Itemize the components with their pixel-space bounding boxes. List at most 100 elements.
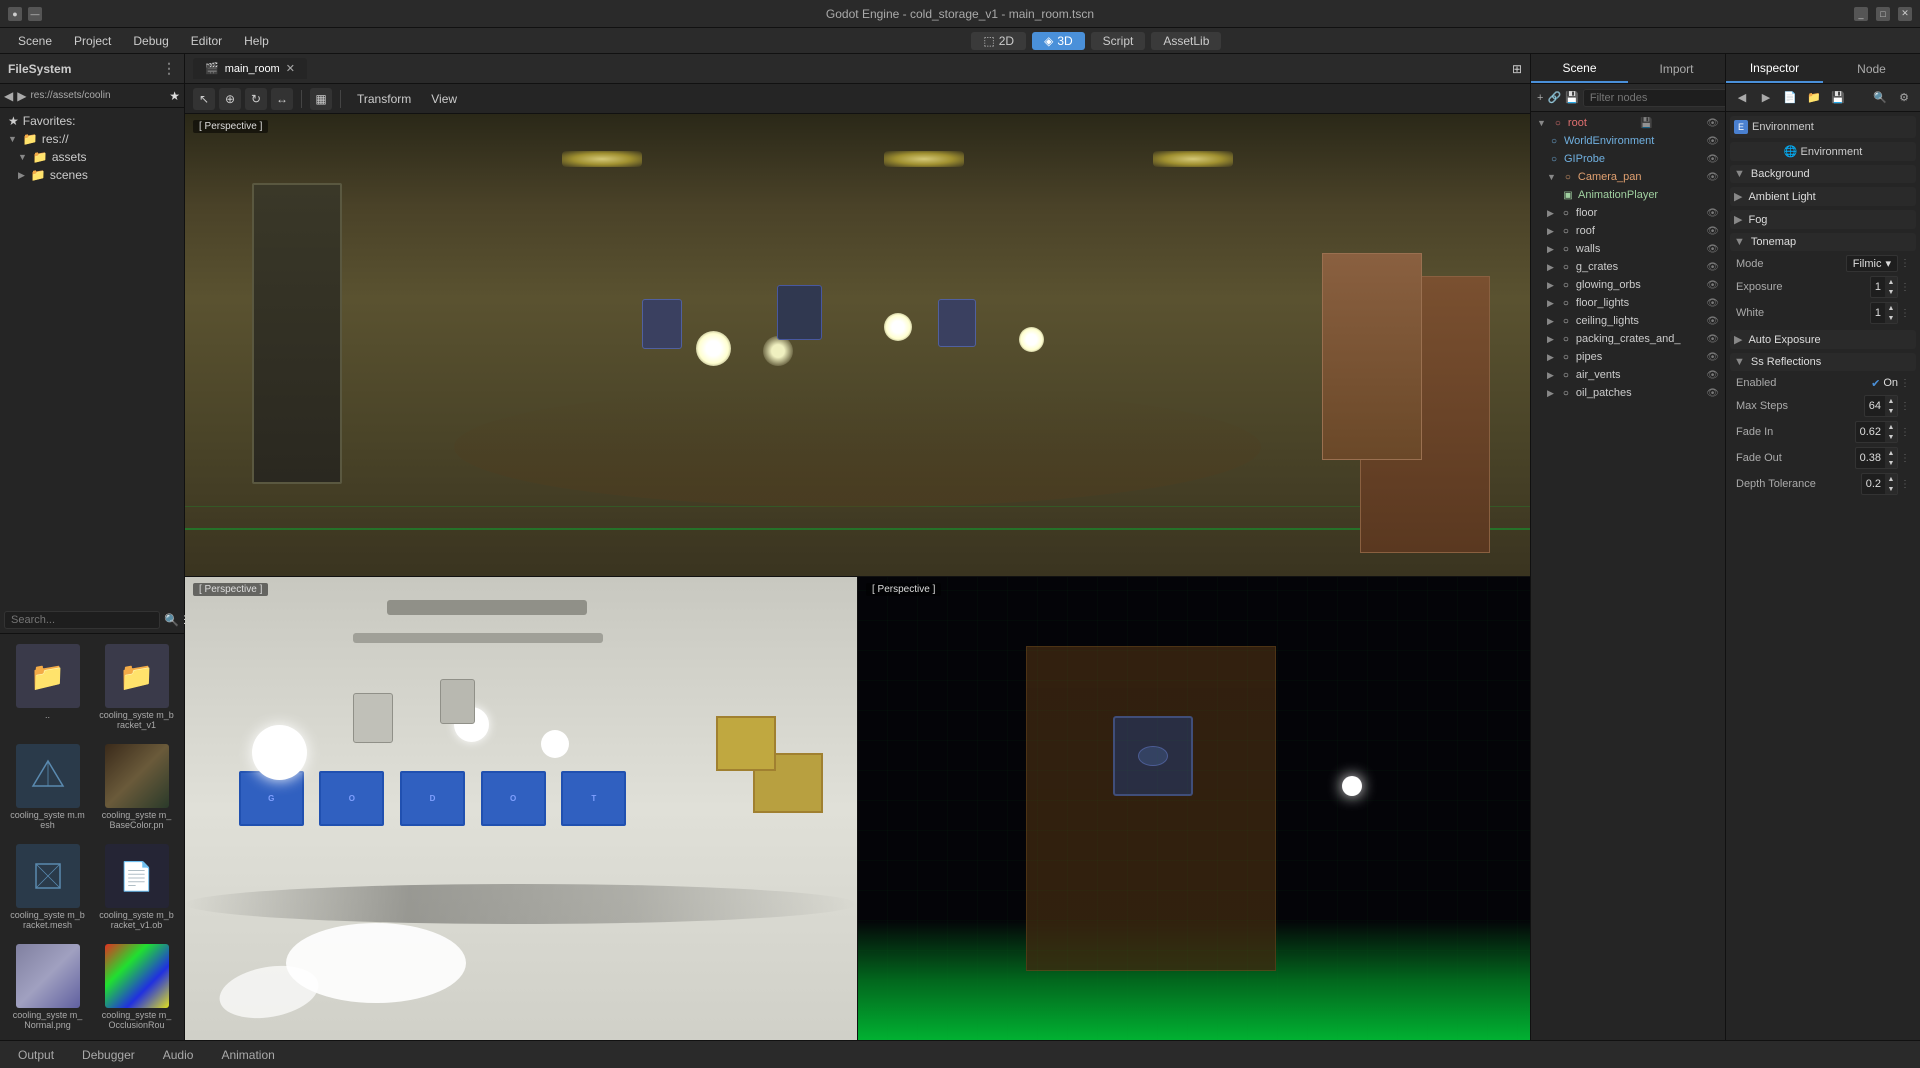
visibility-icon[interactable]: 👁 xyxy=(1706,226,1719,237)
exposure-decrement-button[interactable]: ▼ xyxy=(1885,287,1897,297)
tab-debugger[interactable]: Debugger xyxy=(72,1046,145,1064)
scene-node-camerapan[interactable]: ▼ ○ Camera_pan 👁 xyxy=(1533,168,1723,186)
scene-node-walls[interactable]: ▶ ○ walls 👁 xyxy=(1533,240,1723,258)
tab-output[interactable]: Output xyxy=(8,1046,64,1064)
list-item[interactable]: cooling_syste m.mesh xyxy=(6,740,89,834)
scene-node-gcrates[interactable]: ▶ ○ g_crates 👁 xyxy=(1533,258,1723,276)
list-item[interactable]: 📄 cooling_syste m_bracket_v1.ob xyxy=(95,840,178,934)
visibility-icon[interactable]: 👁 xyxy=(1706,208,1719,219)
ss-reflections-section-header[interactable]: ▼ Ss Reflections xyxy=(1730,353,1916,371)
window-minimize-button[interactable]: _ xyxy=(1854,7,1868,21)
mode-3d-button[interactable]: ◈ 3D xyxy=(1032,32,1085,50)
favorites-icon[interactable]: ★ xyxy=(169,89,180,103)
scene-node-oilpatches[interactable]: ▶ ○ oil_patches 👁 xyxy=(1533,384,1723,402)
scale-tool[interactable]: ↔ xyxy=(271,88,293,110)
visibility-icon[interactable]: 👁 xyxy=(1706,244,1719,255)
ambient-light-section-header[interactable]: ▶ Ambient Light xyxy=(1730,187,1916,206)
maxsteps-increment-button[interactable]: ▲ xyxy=(1885,396,1897,406)
fadeout-decrement-button[interactable]: ▼ xyxy=(1885,458,1897,468)
scene-node-root[interactable]: ▼ ○ root 💾 👁 xyxy=(1533,114,1723,132)
link-node-button[interactable]: 🔗 xyxy=(1547,88,1561,108)
visibility-icon[interactable]: 👁 xyxy=(1706,262,1719,273)
exposure-menu-icon[interactable]: ⋮ xyxy=(1900,282,1910,293)
save-resource-button[interactable]: 💾 xyxy=(1828,88,1848,108)
tab-audio[interactable]: Audio xyxy=(153,1046,204,1064)
list-item[interactable]: 📁 .. xyxy=(6,640,89,734)
fadeout-menu-icon[interactable]: ⋮ xyxy=(1900,453,1910,464)
menu-project[interactable]: Project xyxy=(64,32,121,50)
fog-section-header[interactable]: ▶ Fog xyxy=(1730,210,1916,229)
move-tool[interactable]: ⊕ xyxy=(219,88,241,110)
scene-node-worldenv[interactable]: ○ WorldEnvironment 👁 xyxy=(1533,132,1723,150)
nav-forward-icon[interactable]: ▶ xyxy=(17,89,26,103)
list-item[interactable]: cooling_syste m_bracket.mesh xyxy=(6,840,89,934)
maxsteps-menu-icon[interactable]: ⋮ xyxy=(1900,401,1910,412)
visibility-icon[interactable]: 💾 xyxy=(1640,118,1652,129)
viewport-bottom-left[interactable]: [ Perspective ] G O D O T xyxy=(185,577,858,1040)
inspector-forward-button[interactable]: ▶ xyxy=(1756,88,1776,108)
mode-script-button[interactable]: Script xyxy=(1091,32,1146,50)
menu-debug[interactable]: Debug xyxy=(123,32,178,50)
tab-import[interactable]: Import xyxy=(1628,56,1725,82)
exposure-increment-button[interactable]: ▲ xyxy=(1885,277,1897,287)
scene-node-pipes[interactable]: ▶ ○ pipes 👁 xyxy=(1533,348,1723,366)
mode-assetlib-button[interactable]: AssetLib xyxy=(1151,32,1221,50)
file-search-input[interactable] xyxy=(4,611,160,629)
window-close-button[interactable]: ✕ xyxy=(1898,7,1912,21)
viewport-expand-button[interactable]: ⊞ xyxy=(1512,62,1522,76)
rotate-tool[interactable]: ↻ xyxy=(245,88,267,110)
scene-node-roof[interactable]: ▶ ○ roof 👁 xyxy=(1533,222,1723,240)
favorites-item[interactable]: ★ Favorites: xyxy=(4,112,180,130)
menu-scene[interactable]: Scene xyxy=(8,32,62,50)
scene-node-floor[interactable]: ▶ ○ floor 👁 xyxy=(1533,204,1723,222)
visibility-icon[interactable]: 👁 xyxy=(1706,136,1719,147)
scene-node-packingcrates[interactable]: ▶ ○ packing_crates_and_ 👁 xyxy=(1533,330,1723,348)
save-scene-button[interactable]: 💾 xyxy=(1565,88,1579,108)
scene-node-animplayer[interactable]: ▣ AnimationPlayer xyxy=(1533,186,1723,204)
scene-node-airvents[interactable]: ▶ ○ air_vents 👁 xyxy=(1533,366,1723,384)
transform-menu[interactable]: Transform xyxy=(349,90,419,108)
minimize-icon[interactable]: — xyxy=(28,7,42,21)
view-menu[interactable]: View xyxy=(423,90,465,108)
scene-node-giprobe[interactable]: ○ GIProbe 👁 xyxy=(1533,150,1723,168)
background-section-header[interactable]: ▼ Background xyxy=(1730,165,1916,183)
select-tool[interactable]: ↖ xyxy=(193,88,215,110)
enabled-menu-icon[interactable]: ⋮ xyxy=(1900,378,1910,389)
list-item[interactable]: cooling_syste m_BaseColor.pn xyxy=(95,740,178,834)
depthtol-decrement-button[interactable]: ▼ xyxy=(1885,484,1897,494)
filter-nodes-input[interactable] xyxy=(1583,89,1739,107)
tab-node[interactable]: Node xyxy=(1823,56,1920,82)
visibility-icon[interactable]: 👁 xyxy=(1706,334,1719,345)
node-options-icon[interactable]: 👁 xyxy=(1706,118,1719,129)
new-resource-button[interactable]: 📄 xyxy=(1780,88,1800,108)
auto-exposure-section-header[interactable]: ▶ Auto Exposure xyxy=(1730,330,1916,349)
res-root-item[interactable]: ▼ 📁 res:// xyxy=(4,130,180,148)
tab-animation[interactable]: Animation xyxy=(211,1046,284,1064)
filesystem-menu-icon[interactable]: ⋮ xyxy=(162,60,176,77)
viewport-top[interactable]: [ Perspective ] xyxy=(185,114,1530,577)
snap-tool[interactable]: ▦ xyxy=(310,88,332,110)
tonemap-mode-select[interactable]: Filmic ▾ xyxy=(1846,255,1898,272)
fadein-decrement-button[interactable]: ▼ xyxy=(1885,432,1897,442)
visibility-icon[interactable]: 👁 xyxy=(1706,388,1719,399)
tab-close-button[interactable]: ✕ xyxy=(286,62,295,75)
visibility-icon[interactable]: 👁 xyxy=(1706,316,1719,327)
fadeout-increment-button[interactable]: ▲ xyxy=(1885,448,1897,458)
assets-folder-item[interactable]: ▼ 📁 assets xyxy=(4,148,180,166)
tab-scene[interactable]: Scene xyxy=(1531,55,1628,83)
visibility-icon[interactable]: 👁 xyxy=(1706,352,1719,363)
nav-back-icon[interactable]: ◀ xyxy=(4,89,13,103)
white-increment-button[interactable]: ▲ xyxy=(1885,303,1897,313)
fadein-increment-button[interactable]: ▲ xyxy=(1885,422,1897,432)
fadein-menu-icon[interactable]: ⋮ xyxy=(1900,427,1910,438)
list-item[interactable]: cooling_syste m_Normal.png xyxy=(6,940,89,1034)
viewport-bottom-right[interactable]: [ Perspective ] xyxy=(858,577,1530,1040)
scenes-folder-item[interactable]: ▶ 📁 scenes xyxy=(4,166,180,184)
inspector-search-button[interactable]: 🔍 xyxy=(1870,88,1890,108)
white-menu-icon[interactable]: ⋮ xyxy=(1900,308,1910,319)
visibility-icon[interactable]: 👁 xyxy=(1706,172,1719,183)
list-item[interactable]: cooling_syste m_OcclusionRou xyxy=(95,940,178,1034)
scene-node-glowingorbs[interactable]: ▶ ○ glowing_orbs 👁 xyxy=(1533,276,1723,294)
tonemap-section-header[interactable]: ▼ Tonemap xyxy=(1730,233,1916,251)
visibility-icon[interactable]: 👁 xyxy=(1706,280,1719,291)
